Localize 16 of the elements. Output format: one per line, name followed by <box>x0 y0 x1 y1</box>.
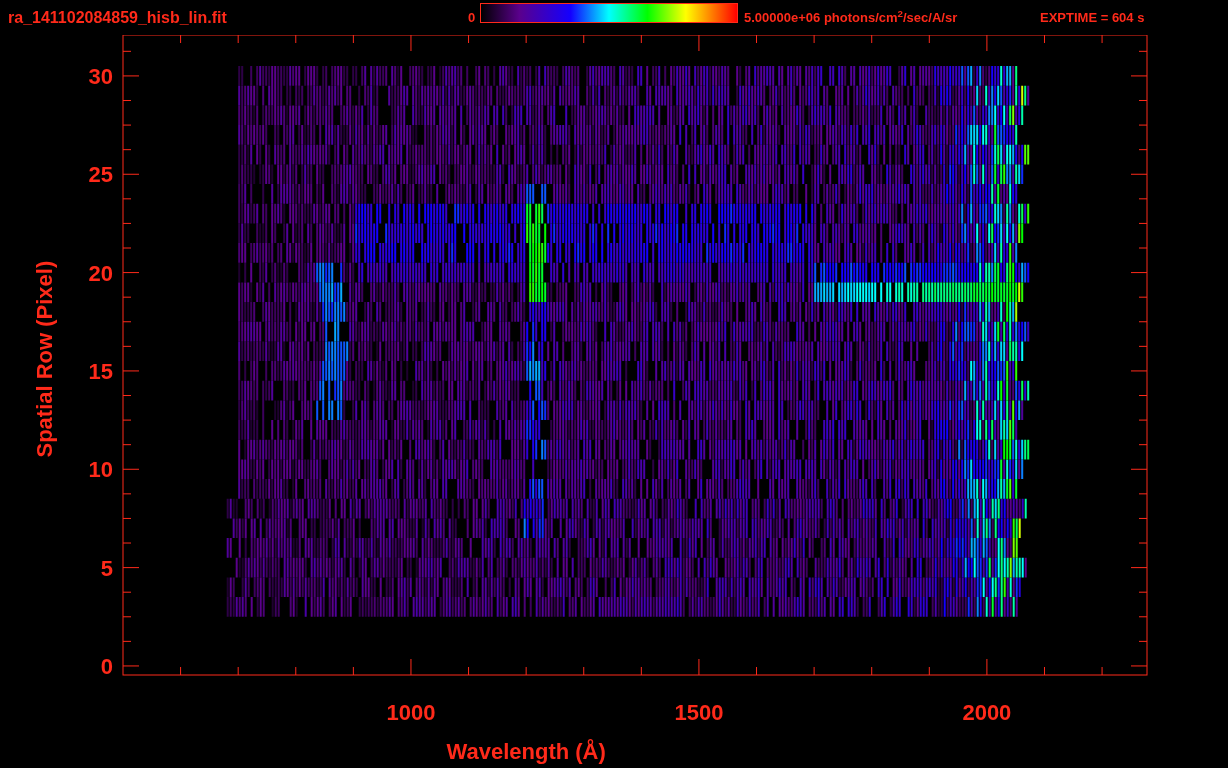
x-tick-label: 1000 <box>386 700 436 725</box>
y-tick-label: 5 <box>100 555 113 581</box>
colorbar-max-label: 5.00000e+06 photons/cm$^{2}$/sec/A/sr <box>744 7 959 27</box>
y-tick-label: 10 <box>88 457 113 483</box>
y-tick-label: 20 <box>88 260 113 286</box>
y-tick-label: 15 <box>88 358 113 384</box>
colorbar-min-label: 0 <box>468 8 477 27</box>
exposure-time: EXPTIME = 604 s <box>1040 8 1145 27</box>
y-tick-label: 30 <box>88 63 113 89</box>
file-title: ra_141102084859_hisb_lin.fit <box>8 7 228 28</box>
y-tick-label: 25 <box>88 162 113 188</box>
x-axis-title: Wavelength (Å) <box>446 739 606 764</box>
x-tick-label: 2000 <box>962 700 1012 725</box>
y-tick-label: 0 <box>100 653 113 679</box>
y-axis-title: Spatial Row (Pixel) <box>32 260 57 458</box>
x-tick-label: 1500 <box>674 700 724 725</box>
